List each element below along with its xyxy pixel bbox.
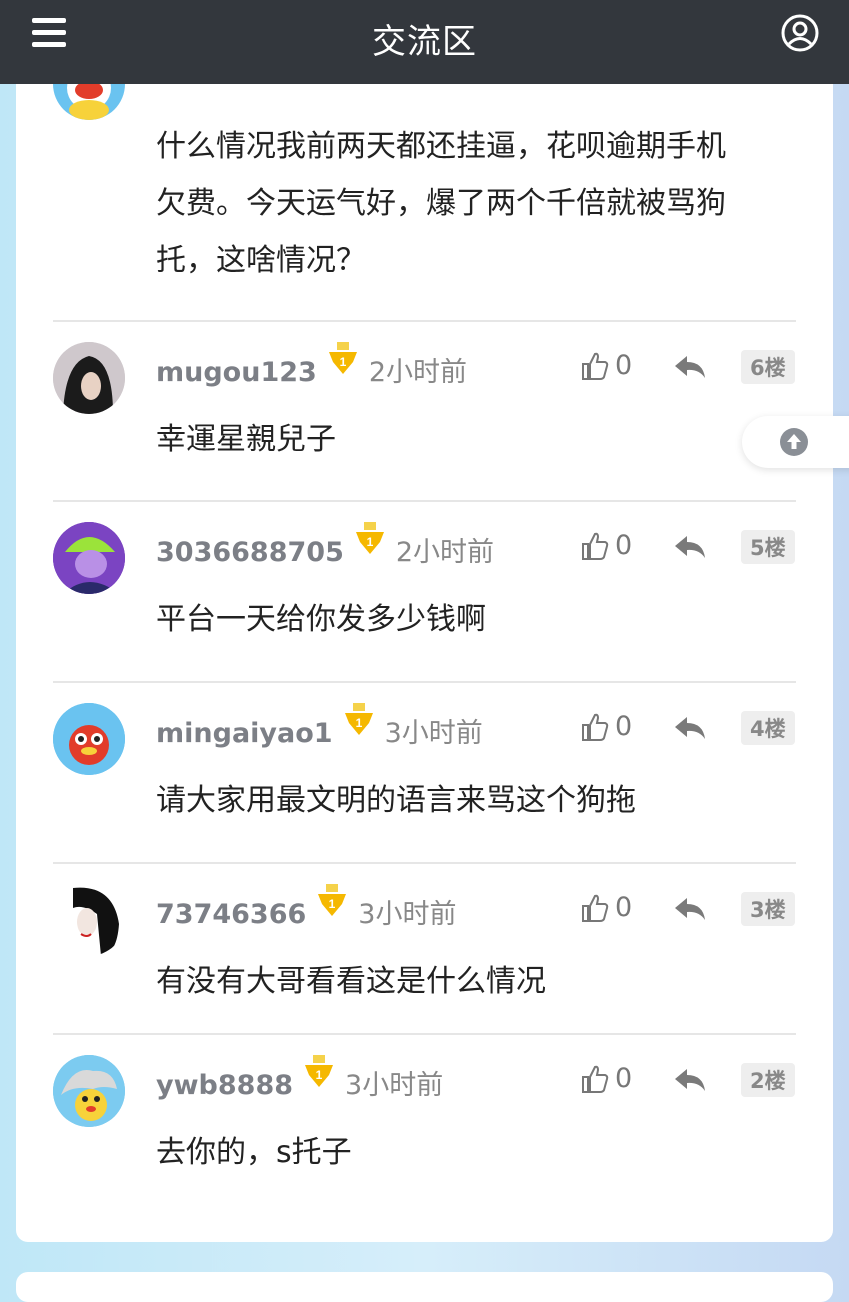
username[interactable]: 3036688705 bbox=[156, 537, 344, 568]
comment-item: mingaiyao1 1 3小时前 0 4楼 请大家用最文明的语言来骂这个狗拖 bbox=[53, 681, 796, 864]
reply-icon[interactable] bbox=[673, 894, 707, 924]
username[interactable]: ywb8888 bbox=[156, 1070, 293, 1101]
user-circle-icon[interactable] bbox=[780, 13, 820, 53]
like-button[interactable]: 0 bbox=[581, 1063, 632, 1094]
vip-badge-icon: 1 bbox=[327, 342, 359, 376]
comment-header: 73746366 1 3小时前 bbox=[156, 884, 457, 931]
comment-text: 请大家用最文明的语言来骂这个狗拖 bbox=[156, 783, 636, 818]
comment-line: 托，这啥情况？ bbox=[156, 243, 366, 278]
like-count: 0 bbox=[615, 711, 633, 742]
comment-line: 欠费。今天运气好，爆了两个千倍就被骂狗 bbox=[156, 186, 726, 221]
comment-header: ywb8888 1 3小时前 bbox=[156, 1055, 444, 1102]
avatar[interactable] bbox=[53, 342, 125, 414]
comment-text: 有没有大哥看看这是什么情况 bbox=[156, 964, 546, 999]
scroll-to-top-button[interactable] bbox=[742, 416, 849, 468]
svg-text:1: 1 bbox=[367, 535, 374, 549]
comment-header: mugou123 1 2小时前 bbox=[156, 342, 468, 389]
comment-text: 去你的，s托子 bbox=[156, 1135, 352, 1170]
vip-badge-icon: 1 bbox=[303, 1055, 335, 1089]
floor-badge: 2楼 bbox=[741, 1063, 795, 1097]
svg-text:1: 1 bbox=[355, 716, 362, 730]
username[interactable]: mingaiyao1 bbox=[156, 718, 333, 749]
reply-icon[interactable] bbox=[673, 532, 707, 562]
comment-time: 2小时前 bbox=[368, 357, 468, 388]
top-navigation-bar: 交流区 bbox=[0, 0, 849, 84]
svg-text:1: 1 bbox=[316, 1068, 323, 1082]
comment-time: 2小时前 bbox=[395, 537, 495, 568]
svg-text:1: 1 bbox=[329, 897, 336, 911]
avatar[interactable] bbox=[53, 703, 125, 775]
like-button[interactable]: 0 bbox=[581, 711, 632, 742]
thumbs-up-icon bbox=[582, 352, 609, 380]
reply-icon[interactable] bbox=[673, 1065, 707, 1095]
avatar[interactable] bbox=[53, 884, 125, 956]
comment-header: mingaiyao1 1 3小时前 bbox=[156, 703, 483, 750]
like-count: 0 bbox=[615, 1063, 633, 1094]
comment-item: 3036688705 1 2小时前 0 5楼 平台一天给你发多少钱啊 bbox=[53, 500, 796, 683]
reply-icon[interactable] bbox=[673, 713, 707, 743]
thumbs-up-icon bbox=[582, 532, 609, 560]
svg-text:1: 1 bbox=[339, 355, 346, 369]
comment-text: 幸運星親兒子 bbox=[156, 422, 336, 457]
comment-item: mugou123 1 2小时前 0 6楼 幸運星親兒子 bbox=[53, 320, 796, 503]
username[interactable]: 73746366 bbox=[156, 899, 306, 930]
like-count: 0 bbox=[615, 892, 633, 923]
avatar[interactable] bbox=[53, 1055, 125, 1127]
comment-item: 73746366 1 3小时前 0 3楼 有没有大哥看看这是什么情况 bbox=[53, 862, 796, 1045]
avatar[interactable] bbox=[53, 522, 125, 594]
vip-badge-icon: 1 bbox=[343, 703, 375, 737]
like-button[interactable]: 0 bbox=[581, 530, 632, 561]
floor-badge: 4楼 bbox=[741, 711, 795, 745]
comment-text: 什么情况我前两天都还挂逼，花呗逾期手机 欠费。今天运气好，爆了两个千倍就被骂狗 … bbox=[156, 118, 796, 289]
reply-icon[interactable] bbox=[673, 352, 707, 382]
page-title: 交流区 bbox=[372, 22, 477, 62]
floor-badge: 6楼 bbox=[741, 350, 795, 384]
comment-time: 3小时前 bbox=[358, 899, 457, 930]
thumbs-up-icon bbox=[582, 894, 609, 922]
comment-time: 3小时前 bbox=[345, 1070, 444, 1101]
arrow-up-circle-icon bbox=[780, 428, 808, 456]
comment-time: 3小时前 bbox=[384, 718, 483, 749]
comment-item: ywb8888 1 3小时前 0 2楼 去你的，s托子 bbox=[53, 1033, 796, 1216]
floor-badge: 3楼 bbox=[741, 892, 795, 926]
like-count: 0 bbox=[615, 530, 633, 561]
like-count: 0 bbox=[615, 350, 633, 381]
next-card bbox=[16, 1272, 833, 1302]
comment-text: 平台一天给你发多少钱啊 bbox=[156, 602, 486, 637]
thumbs-up-icon bbox=[582, 1065, 609, 1093]
vip-badge-icon: 1 bbox=[316, 884, 348, 918]
comments-card: 什么情况我前两天都还挂逼，花呗逾期手机 欠费。今天运气好，爆了两个千倍就被骂狗 … bbox=[16, 0, 833, 1242]
thumbs-up-icon bbox=[582, 713, 609, 741]
like-button[interactable]: 0 bbox=[581, 892, 632, 923]
comment-line: 什么情况我前两天都还挂逼，花呗逾期手机 bbox=[156, 129, 726, 164]
floor-badge: 5楼 bbox=[741, 530, 795, 564]
vip-badge-icon: 1 bbox=[354, 522, 386, 556]
username[interactable]: mugou123 bbox=[156, 357, 317, 388]
comment-header: 3036688705 1 2小时前 bbox=[156, 522, 495, 569]
like-button[interactable]: 0 bbox=[581, 350, 632, 381]
